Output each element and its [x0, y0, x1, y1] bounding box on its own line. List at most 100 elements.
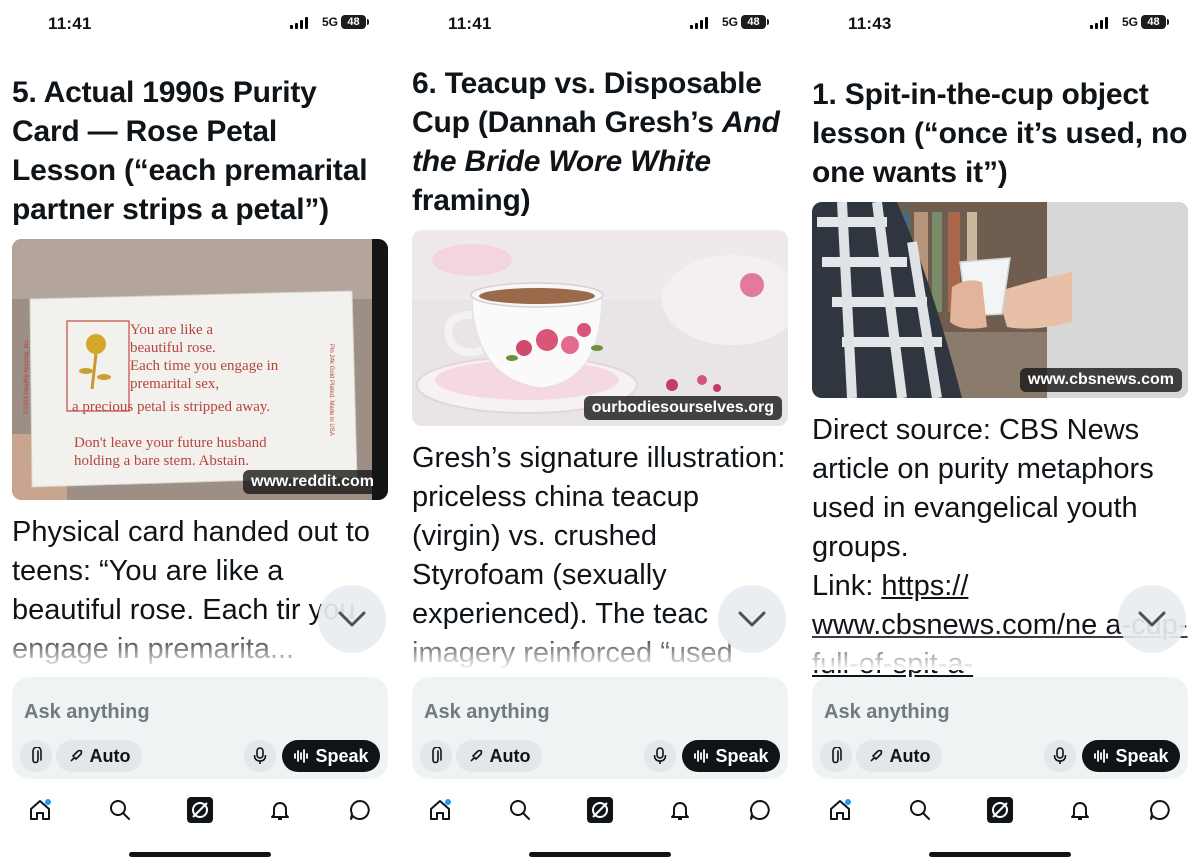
nav-grok[interactable]: [186, 796, 214, 824]
image-source-label[interactable]: www.cbsnews.com: [1019, 368, 1182, 392]
speak-button[interactable]: Speak: [682, 740, 780, 772]
section-heading: 6. Teacup vs. Disposable Cup (Dannah Gre…: [412, 67, 780, 217]
battery-icon: 48: [741, 15, 769, 29]
paperclip-icon: [832, 747, 842, 764]
nav-grok[interactable]: [986, 796, 1014, 824]
waveform-icon: [1094, 749, 1109, 763]
ask-input[interactable]: Ask anything: [424, 701, 550, 724]
nav-home[interactable]: [826, 796, 854, 824]
screen-1: 11:41 5G 48 5. Actual 1990s Purity Card …: [0, 0, 400, 865]
signal-icon: [690, 17, 708, 29]
status-time: 11:41: [48, 14, 92, 33]
image-source-label[interactable]: ourbodiesourselves.org: [583, 396, 782, 420]
network-label: 5G: [721, 15, 738, 29]
scroll-down-button[interactable]: [1118, 585, 1186, 653]
section-heading: 1. Spit-in-the-cup object lesson (“once …: [812, 78, 1188, 189]
home-indicator: [529, 852, 671, 857]
ask-box[interactable]: Ask anything Auto Speak: [12, 677, 388, 779]
teacup-image[interactable]: ourbodiesourselves.org: [412, 230, 788, 426]
nav-grok[interactable]: [586, 796, 614, 824]
chevron-down-icon: [1138, 611, 1166, 627]
nav-search[interactable]: [106, 796, 134, 824]
ask-box[interactable]: Ask anything Auto Speak: [812, 677, 1188, 779]
nav-home[interactable]: [426, 796, 454, 824]
mic-icon: [253, 747, 267, 764]
ask-box[interactable]: Ask anything Auto Speak: [412, 677, 788, 779]
cup-image[interactable]: www.cbsnews.com: [812, 202, 1188, 398]
scroll-down-button[interactable]: [318, 585, 386, 653]
grok-icon: [187, 797, 213, 823]
ask-input[interactable]: Ask anything: [24, 701, 150, 724]
image-source-label[interactable]: www.reddit.com: [243, 470, 382, 494]
mic-icon: [1053, 747, 1067, 764]
speak-label: Speak: [1115, 745, 1169, 766]
card-text: You are like a beautiful rose. Each time…: [130, 321, 278, 393]
mic-icon: [653, 747, 667, 764]
nav-notifications[interactable]: [1066, 796, 1094, 824]
screen-2: 11:41 5G 48 6. Teacup vs. Disposable Cup…: [400, 0, 800, 865]
network-label: 5G: [321, 15, 338, 29]
speak-button[interactable]: Speak: [1082, 740, 1180, 772]
response-content: 5. Actual 1990s Purity Card — Rose Petal…: [12, 73, 388, 229]
bell-icon: [671, 802, 689, 820]
status-time: 11:43: [848, 14, 892, 33]
home-icon: [830, 799, 851, 820]
speak-label: Speak: [715, 745, 769, 766]
attach-button[interactable]: [420, 740, 452, 772]
messages-icon: [350, 800, 370, 820]
waveform-icon: [694, 749, 709, 763]
messages-icon: [750, 800, 770, 820]
response-content: 1. Spit-in-the-cup object lesson (“once …: [812, 75, 1188, 192]
auto-mode-button[interactable]: Auto: [56, 740, 142, 772]
nav-messages[interactable]: [746, 796, 774, 824]
nav-notifications[interactable]: [266, 796, 294, 824]
rocket-icon: [469, 749, 482, 762]
signal-icon: [290, 17, 308, 29]
battery-icon: 48: [1141, 15, 1169, 29]
auto-mode-button[interactable]: Auto: [456, 740, 542, 772]
messages-icon: [1150, 800, 1170, 820]
section-heading: 5. Actual 1990s Purity Card — Rose Petal…: [12, 76, 368, 226]
card-line: beautiful rose.: [130, 340, 216, 356]
body-text-main: Direct source: CBS News article on purit…: [812, 414, 1154, 563]
paperclip-icon: [32, 747, 42, 764]
card-line: a precious petal is stripped away.: [72, 399, 271, 415]
nav-search[interactable]: [506, 796, 534, 824]
chevron-down-icon: [738, 611, 766, 627]
status-bar: 11:41 5G 48: [0, 0, 400, 46]
search-icon: [910, 800, 930, 820]
waveform-icon: [294, 749, 309, 763]
scroll-down-button[interactable]: [718, 585, 786, 653]
speak-button[interactable]: Speak: [282, 740, 380, 772]
bell-icon: [1071, 802, 1089, 820]
ask-input[interactable]: Ask anything: [824, 701, 950, 724]
mic-button[interactable]: [1044, 740, 1076, 772]
grok-icon: [987, 797, 1013, 823]
bottom-nav: [0, 788, 400, 832]
mic-button[interactable]: [244, 740, 276, 772]
bell-icon: [271, 802, 289, 820]
response-content: 6. Teacup vs. Disposable Cup (Dannah Gre…: [412, 64, 788, 220]
auto-label: Auto: [889, 745, 931, 766]
search-icon: [510, 800, 530, 820]
card-line: You are like a: [130, 322, 214, 338]
speak-label: Speak: [315, 745, 369, 766]
nav-messages[interactable]: [346, 796, 374, 824]
signal-icon: [1090, 17, 1108, 29]
nav-notifications[interactable]: [666, 796, 694, 824]
mic-button[interactable]: [644, 740, 676, 772]
screen-3: 11:43 5G 48 1. Spit-in-the-cup object le…: [800, 0, 1199, 865]
attach-button[interactable]: [820, 740, 852, 772]
battery-icon: 48: [341, 15, 369, 29]
card-side-text: ©1993 Healthy Nursing, Inc.: [24, 338, 30, 414]
home-indicator: [129, 852, 271, 857]
auto-mode-button[interactable]: Auto: [856, 740, 942, 772]
rose-card-image[interactable]: You are like a beautiful rose. Each time…: [12, 239, 388, 500]
nav-search[interactable]: [906, 796, 934, 824]
chevron-down-icon: [338, 611, 366, 627]
nav-messages[interactable]: [1146, 796, 1174, 824]
nav-home[interactable]: [26, 796, 54, 824]
home-indicator: [929, 852, 1071, 857]
link-label: Link:: [812, 570, 882, 602]
attach-button[interactable]: [20, 740, 52, 772]
